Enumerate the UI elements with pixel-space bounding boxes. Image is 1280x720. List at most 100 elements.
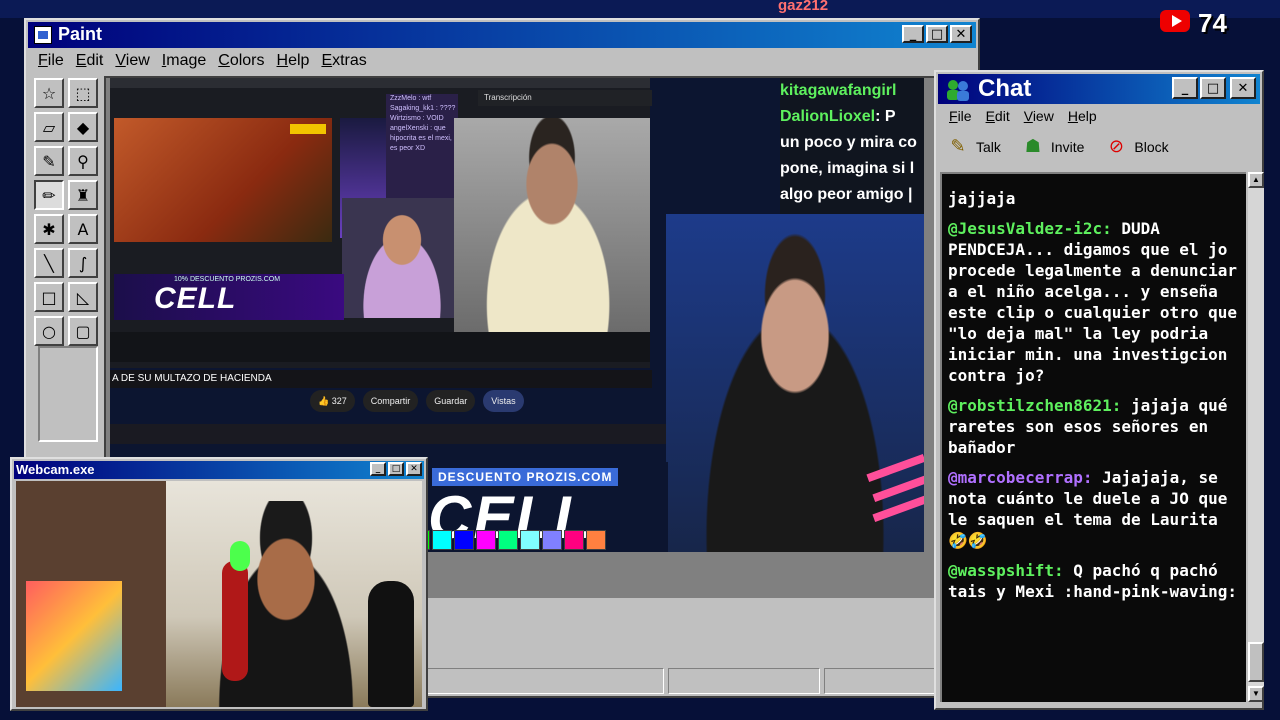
overlay-chat-line: pone, imagina si l xyxy=(780,156,924,182)
youtube-icon xyxy=(1160,10,1190,32)
save-label: Guardar xyxy=(434,396,468,406)
eraser-icon[interactable]: ▱ xyxy=(34,112,64,142)
chat-maximize-button[interactable]: □ xyxy=(1200,77,1226,99)
embedded-chat-line: Sagaking_kk1 : ???? xyxy=(390,105,456,112)
chat-scrollbar[interactable]: ▲ ▼ xyxy=(1248,172,1264,702)
views-label: Vistas xyxy=(491,396,516,406)
menu-edit[interactable]: Edit xyxy=(70,50,110,72)
chat-menu-help[interactable]: Help xyxy=(1061,106,1104,126)
chat-message: jajjaja xyxy=(948,188,1240,209)
brush-icon[interactable]: ♜ xyxy=(68,180,98,210)
chat-username[interactable]: @robstilzchen8621: xyxy=(948,396,1121,415)
scroll-thumb[interactable] xyxy=(1248,642,1264,682)
embedded-chat-line: ZzzMelo : wtf xyxy=(390,95,432,102)
paint-statusbar xyxy=(426,668,976,696)
palette-swatch[interactable] xyxy=(454,530,474,550)
status-field-2 xyxy=(668,668,820,694)
backdrop-chat-user: gaz212 xyxy=(778,0,829,14)
palette-swatch[interactable] xyxy=(432,530,452,550)
viewer-count: 74 xyxy=(1198,8,1227,38)
pencil-icon[interactable]: ✏ xyxy=(34,180,64,210)
menu-image[interactable]: Image xyxy=(156,50,212,72)
overlay-chat-user: DalionLioxel xyxy=(780,108,876,125)
block-button[interactable]: ⊘ Block xyxy=(1104,132,1169,162)
chat-toolbar: ✎ Talk ☗ Invite ⊘ Block xyxy=(946,132,1169,162)
menu-file[interactable]: File xyxy=(32,50,70,72)
green-headset xyxy=(230,541,250,571)
chat-message: @wasspshift: Q pachó q pachó tais y Mexi… xyxy=(948,560,1240,602)
microphone xyxy=(368,581,414,707)
danger-tape xyxy=(290,124,326,134)
overlay-chat-text: algo peor amigo | xyxy=(780,186,913,203)
chat-menu-edit[interactable]: Edit xyxy=(979,106,1017,126)
webcam-maximize-button[interactable]: □ xyxy=(388,462,404,476)
text-icon[interactable]: A xyxy=(68,214,98,244)
overlay-chat-text: : P xyxy=(875,108,896,125)
stream-screenshot: ZzzMelo : wtf Sagaking_kk1 : ???? Wirtzism… xyxy=(110,78,652,368)
video-controls xyxy=(110,332,650,362)
status-field-3 xyxy=(824,668,936,694)
palette-swatch[interactable] xyxy=(476,530,496,550)
overlay-chat-user: kitagawafangirl xyxy=(780,82,897,99)
polygon-icon[interactable]: ◺ xyxy=(68,282,98,312)
palette-swatch[interactable] xyxy=(542,530,562,550)
chat-message: @marcobecerrap: Jajajaja, se nota cuánto… xyxy=(948,467,1240,551)
menu-colors[interactable]: Colors xyxy=(212,50,270,72)
tool-options[interactable] xyxy=(38,346,98,442)
minimize-button[interactable]: _ xyxy=(902,25,924,43)
stream-chat-overlay: kitagawafangirl DalionLioxel: P un poco y … xyxy=(780,78,924,218)
scroll-down-icon[interactable]: ▼ xyxy=(1248,686,1264,702)
fill-bucket-icon[interactable]: ◆ xyxy=(68,112,98,142)
video-actions: 👍 327 Compartir Guardar Vistas xyxy=(310,390,524,412)
overlay-chat-text: un poco y mira co xyxy=(780,134,917,151)
chat-message: @robstilzchen8621: jajaja qué raretes so… xyxy=(948,395,1240,458)
chat-username[interactable]: @marcobecerrap: xyxy=(948,468,1093,487)
chat-menubar: File Edit View Help xyxy=(942,106,1104,126)
chat-menu-view[interactable]: View xyxy=(1017,106,1061,126)
chat-titlebar[interactable]: Chat _ □ ✕ xyxy=(938,74,1260,104)
webcam-close-button[interactable]: ✕ xyxy=(406,462,422,476)
embedded-webcam-2 xyxy=(454,118,650,338)
paint-titlebar[interactable]: Paint _ □ ✕ xyxy=(28,22,976,48)
close-button[interactable]: ✕ xyxy=(950,25,972,43)
line-icon[interactable]: ╲ xyxy=(34,248,64,278)
chat-close-button[interactable]: ✕ xyxy=(1230,77,1256,99)
rectangle-icon[interactable]: □ xyxy=(34,282,64,312)
webcam-titlebar[interactable]: Webcam.exe _ □ ✕ xyxy=(14,461,424,479)
rounded-rect-icon[interactable]: ▢ xyxy=(68,316,98,346)
webcam-feed xyxy=(16,481,422,707)
palette-swatch[interactable] xyxy=(564,530,584,550)
free-select-icon[interactable]: ☆ xyxy=(34,78,64,108)
magnifier-icon[interactable]: ⚲ xyxy=(68,146,98,176)
menu-view[interactable]: View xyxy=(109,50,155,72)
overlay-chat-line: kitagawafangirl xyxy=(780,78,924,104)
curve-icon[interactable]: ∫ xyxy=(68,248,98,278)
chat-title: Chat xyxy=(978,75,1032,102)
airbrush-icon[interactable]: ✱ xyxy=(34,214,64,244)
ellipse-icon[interactable]: ○ xyxy=(34,316,64,346)
rect-select-icon[interactable]: ⬚ xyxy=(68,78,98,108)
palette-swatch[interactable] xyxy=(586,530,606,550)
backdrop-strip: gaz212 xyxy=(0,0,1280,18)
embedded-video xyxy=(114,118,332,242)
scroll-up-icon[interactable]: ▲ xyxy=(1248,172,1264,188)
eyedropper-icon[interactable]: ✎ xyxy=(34,146,64,176)
palette-swatch[interactable] xyxy=(498,530,518,550)
chat-username[interactable]: @wasspshift: xyxy=(948,561,1064,580)
embedded-chat-line: hipocrita es el mexi, si xyxy=(390,135,458,142)
chat-menu-file[interactable]: File xyxy=(942,106,979,126)
palette-swatch[interactable] xyxy=(520,530,540,550)
webcam-minimize-button[interactable]: _ xyxy=(370,462,386,476)
paint-app-icon xyxy=(34,26,52,44)
talk-button[interactable]: ✎ Talk xyxy=(946,132,1000,162)
invite-button[interactable]: ☗ Invite xyxy=(1021,132,1085,162)
menu-help[interactable]: Help xyxy=(271,50,316,72)
chat-minimize-button[interactable]: _ xyxy=(1172,77,1198,99)
maximize-button[interactable]: □ xyxy=(926,25,948,43)
chat-username[interactable]: @JesusValdez-i2c: xyxy=(948,219,1112,238)
chat-message-log[interactable]: jajjaja @JesusValdez-i2c: DUDA PENDCEJA..… xyxy=(940,172,1246,702)
transcription-header: Transcripción xyxy=(478,90,652,106)
overlay-chat-text: pone, imagina si l xyxy=(780,160,915,177)
embedded-webcam-1 xyxy=(342,198,462,318)
menu-extras[interactable]: Extras xyxy=(315,50,372,72)
